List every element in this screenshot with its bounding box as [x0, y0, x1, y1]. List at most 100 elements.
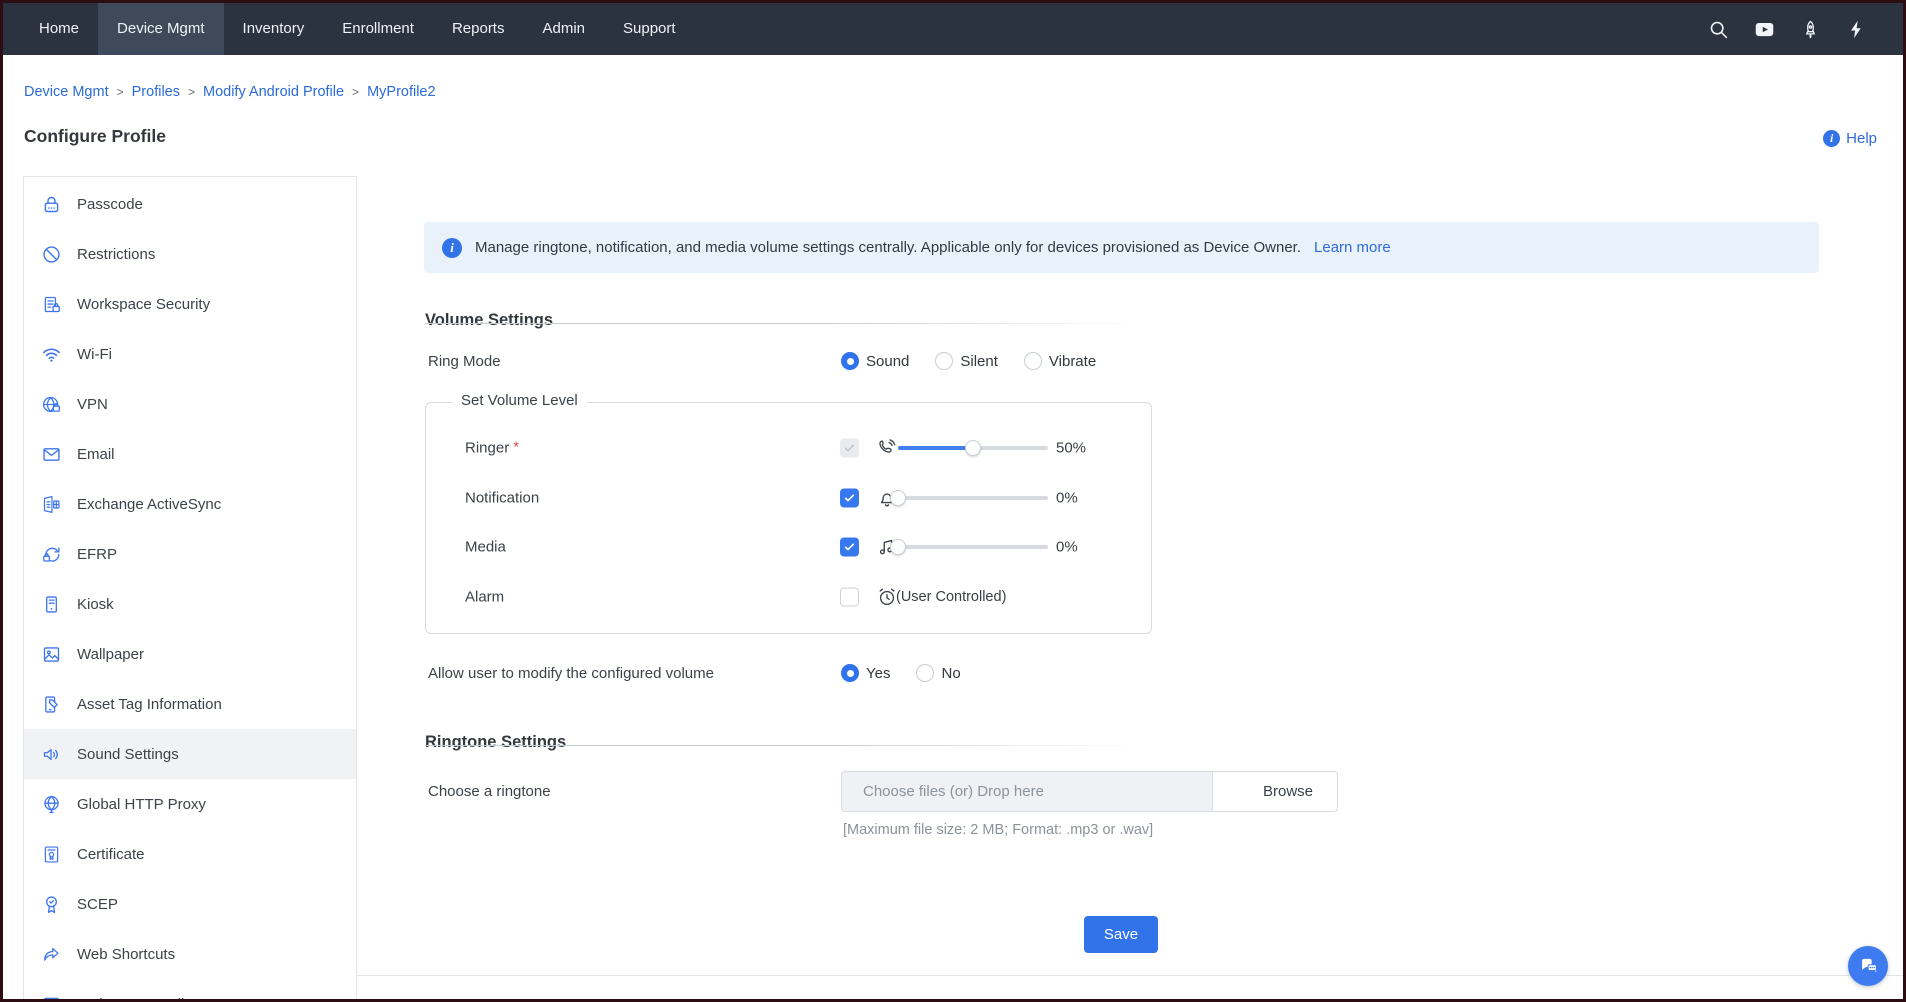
nav-tab-inventory[interactable]: Inventory: [224, 3, 324, 55]
upload-icon: [1237, 783, 1254, 800]
vpn-icon: [41, 394, 62, 415]
sidebar-item-scep[interactable]: SCEP: [24, 879, 356, 929]
sidebar-item-certificate[interactable]: Certificate: [24, 829, 356, 879]
profile-sections-sidebar: Passcode RestrictionsWorkspace Security Wi…: [23, 176, 357, 1002]
ring-mode-options: Sound Silent Vibrate: [841, 352, 1096, 370]
sidebar-item-label: SCEP: [77, 896, 118, 913]
breadcrumb-link-profiles[interactable]: Profiles: [132, 84, 180, 100]
slider-handle[interactable]: [890, 490, 906, 506]
sidebar-item-label: Wallpaper: [77, 646, 144, 663]
nav-tab-label: Home: [39, 20, 79, 37]
checkbox-notification[interactable]: [840, 489, 859, 508]
nav-tab-device-mgmt[interactable]: Device Mgmt: [98, 3, 224, 55]
volume-percent: 0%: [1056, 539, 1078, 556]
sidebar-item-restrictions[interactable]: Restrictions: [24, 229, 356, 279]
nav-tab-home[interactable]: Home: [20, 3, 98, 55]
sidebar-item-sound-settings[interactable]: Sound Settings: [24, 729, 356, 779]
sidebar-item-exchange-activesync[interactable]: Exchange ActiveSync: [24, 479, 356, 529]
ring-mode-radio-sound[interactable]: [841, 352, 859, 370]
nav-tab-support[interactable]: Support: [604, 3, 695, 55]
sidebar-item-kiosk[interactable]: Kiosk: [24, 579, 356, 629]
sound-settings-panel: Manage ringtone, notification, and media…: [357, 142, 1903, 976]
nav-tabs: Home Device Mgmt Inventory Enrollment Report…: [20, 3, 695, 55]
sidebar-item-label: Wi-Fi: [77, 346, 112, 363]
required-asterisk: *: [513, 439, 519, 456]
sidebar-item-web-shortcuts[interactable]: Web Shortcuts: [24, 929, 356, 979]
allow-modify-label: Allow user to modify the configured volu…: [428, 665, 841, 682]
info-banner-text: Manage ringtone, notification, and media…: [475, 239, 1301, 256]
sidebar-item-web-content-filter[interactable]: Web Content Filter: [24, 979, 356, 1002]
allow-modify-radio-no[interactable]: [916, 664, 934, 682]
volume-slider-notification[interactable]: [898, 496, 1048, 500]
ring-mode-option-silent[interactable]: Silent: [935, 352, 998, 370]
page-title: Configure Profile: [24, 126, 166, 147]
web-content-filter-icon: [41, 994, 62, 1002]
rocket-icon[interactable]: [1800, 19, 1821, 40]
passcode-icon: [41, 194, 62, 215]
checkbox-alarm[interactable]: [840, 588, 859, 607]
nav-tab-label: Admin: [542, 20, 585, 37]
sidebar-item-wi-fi[interactable]: Wi-Fi: [24, 329, 356, 379]
sidebar-item-efrp[interactable]: EFRP: [24, 529, 356, 579]
sidebar-item-label: Global HTTP Proxy: [77, 796, 206, 813]
user-controlled-note: (User Controlled): [896, 589, 1006, 605]
info-banner: Manage ringtone, notification, and media…: [424, 222, 1819, 273]
breadcrumb: Device Mgmt>Profiles>Modify Android Prof…: [24, 84, 436, 100]
ring-mode-option-sound[interactable]: Sound: [841, 352, 909, 370]
sidebar-item-label: Asset Tag Information: [77, 696, 222, 713]
nav-tab-label: Support: [623, 20, 676, 37]
sidebar-item-email[interactable]: Email: [24, 429, 356, 479]
wallpaper-icon: [41, 644, 62, 665]
lightning-icon[interactable]: [1846, 19, 1867, 40]
sidebar-item-passcode[interactable]: Passcode: [24, 179, 356, 229]
radio-label: Yes: [866, 665, 890, 682]
slider-handle[interactable]: [890, 539, 906, 555]
ring-mode-label: Ring Mode: [428, 353, 841, 370]
breadcrumb-link-myprofile2[interactable]: MyProfile2: [367, 84, 436, 100]
nav-tab-enrollment[interactable]: Enrollment: [323, 3, 433, 55]
volume-row-media: Media0%: [426, 529, 1151, 565]
breadcrumb-link-modify-android-profile[interactable]: Modify Android Profile: [203, 84, 344, 100]
ring-mode-radio-silent[interactable]: [935, 352, 953, 370]
web-shortcuts-icon: [41, 944, 62, 965]
section-divider: [425, 323, 1147, 324]
video-icon[interactable]: [1754, 19, 1775, 40]
browse-button[interactable]: Browse: [1212, 771, 1338, 812]
nav-tab-reports[interactable]: Reports: [433, 3, 524, 55]
sidebar-item-label: Kiosk: [77, 596, 114, 613]
sidebar-item-wallpaper[interactable]: Wallpaper: [24, 629, 356, 679]
sidebar-item-asset-tag-information[interactable]: Asset Tag Information: [24, 679, 356, 729]
ringtone-file-dropzone[interactable]: Choose files (or) Drop here: [841, 771, 1212, 812]
ringtone-settings-heading: Ringtone Settings: [425, 733, 566, 752]
sidebar-item-vpn[interactable]: VPN: [24, 379, 356, 429]
sidebar-item-label: EFRP: [77, 546, 117, 563]
volume-slider-media[interactable]: [898, 545, 1048, 549]
allow-modify-option-no[interactable]: No: [916, 664, 960, 682]
allow-modify-row: Allow user to modify the configured volu…: [428, 658, 961, 688]
certificate-icon: [41, 844, 62, 865]
nav-tab-label: Inventory: [243, 20, 305, 37]
ring-mode-radio-vibrate[interactable]: [1024, 352, 1042, 370]
allow-modify-option-yes[interactable]: Yes: [841, 664, 890, 682]
checkbox-ringer: [840, 439, 859, 458]
set-volume-level-group: Set Volume Level Ringer*50%Notification0…: [425, 402, 1152, 634]
sidebar-item-workspace-security[interactable]: Workspace Security: [24, 279, 356, 329]
ring-mode-row: Ring Mode Sound Silent Vibrate: [428, 346, 1096, 376]
save-button[interactable]: Save: [1084, 916, 1158, 953]
ring-mode-option-vibrate[interactable]: Vibrate: [1024, 352, 1096, 370]
search-icon[interactable]: [1708, 19, 1729, 40]
learn-more-link[interactable]: Learn more: [1314, 239, 1391, 256]
breadcrumb-link-device-mgmt[interactable]: Device Mgmt: [24, 84, 109, 100]
chat-support-button[interactable]: [1848, 946, 1888, 986]
sidebar-item-label: Passcode: [77, 196, 143, 213]
slider-handle[interactable]: [965, 440, 981, 456]
nav-tab-admin[interactable]: Admin: [523, 3, 604, 55]
allow-modify-radio-yes[interactable]: [841, 664, 859, 682]
asset-tag-icon: [41, 694, 62, 715]
sidebar-item-global-http-proxy[interactable]: Global HTTP Proxy: [24, 779, 356, 829]
volume-slider-ringer[interactable]: [898, 446, 1048, 450]
file-hint: [Maximum file size: 2 MB; Format: .mp3 o…: [843, 822, 1153, 838]
section-divider: [425, 745, 1147, 746]
checkbox-media[interactable]: [840, 538, 859, 557]
nav-tab-label: Reports: [452, 20, 505, 37]
